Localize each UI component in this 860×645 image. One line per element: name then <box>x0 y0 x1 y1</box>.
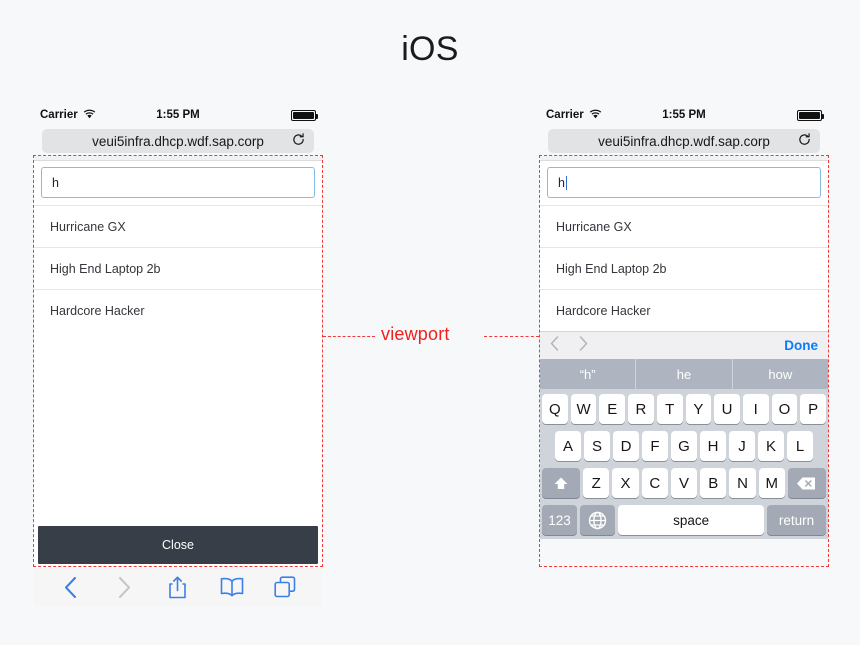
status-bar-left-group: Carrier <box>546 109 637 122</box>
battery-icon <box>796 109 824 121</box>
search-input[interactable]: h <box>41 167 315 198</box>
keyboard-nav-group <box>550 335 784 356</box>
chevron-left-icon <box>550 335 559 356</box>
viewport-leader-left <box>323 336 375 337</box>
search-input[interactable]: h <box>547 167 821 198</box>
backspace-icon[interactable] <box>787 468 827 498</box>
key-f[interactable]: F <box>642 431 668 461</box>
numbers-key[interactable]: 123 <box>542 505 578 535</box>
key-b[interactable]: B <box>700 468 727 498</box>
key-g[interactable]: G <box>671 431 697 461</box>
url-bar-container-right: veui5infra.dhcp.wdf.sap.corp <box>540 126 828 156</box>
url-bar[interactable]: veui5infra.dhcp.wdf.sap.corp <box>548 129 820 153</box>
search-input-value: h <box>558 175 565 190</box>
url-text: veui5infra.dhcp.wdf.sap.corp <box>598 133 770 149</box>
phone-right: Carrier 1:55 PM veui5infra.dhcp.wdf.sap.… <box>540 104 828 604</box>
close-button[interactable]: Close <box>38 526 318 564</box>
globe-icon[interactable] <box>580 505 616 535</box>
key-y[interactable]: Y <box>685 394 712 424</box>
key-m[interactable]: M <box>758 468 785 498</box>
forward-icon <box>107 572 141 602</box>
prediction-item[interactable]: how <box>732 359 828 389</box>
list-item[interactable]: Hurricane GX <box>540 205 828 247</box>
list-item[interactable]: High End Laptop 2b <box>540 247 828 289</box>
key-t[interactable]: T <box>656 394 683 424</box>
status-bar-left-group: Carrier <box>40 109 131 122</box>
key-r[interactable]: R <box>628 394 654 424</box>
share-icon[interactable] <box>161 572 195 602</box>
key-p[interactable]: P <box>800 394 827 424</box>
carrier-label: Carrier <box>40 109 78 121</box>
predictive-text-bar: “h” he how <box>540 359 828 389</box>
status-bar-time: 1:55 PM <box>156 109 200 121</box>
key-l[interactable]: L <box>787 431 813 461</box>
key-e[interactable]: E <box>599 394 626 424</box>
shift-icon[interactable] <box>542 468 581 498</box>
viewport-label: viewport <box>381 324 450 344</box>
chevron-right-icon <box>579 335 588 356</box>
url-bar-container-left: veui5infra.dhcp.wdf.sap.corp <box>34 126 322 156</box>
space-key[interactable]: space <box>618 505 765 535</box>
keyboard-row-2: A S D F G H J K L <box>542 431 826 461</box>
key-j[interactable]: J <box>729 431 755 461</box>
key-o[interactable]: O <box>771 394 798 424</box>
keyboard-row-1: Q W E R T Y U I O P <box>541 394 827 424</box>
suggestion-list-left: Hurricane GX High End Laptop 2b Hardcore… <box>34 205 322 331</box>
key-d[interactable]: D <box>613 431 639 461</box>
carrier-label: Carrier <box>546 109 584 121</box>
key-n[interactable]: N <box>729 468 756 498</box>
key-v[interactable]: V <box>670 468 698 498</box>
key-i[interactable]: I <box>742 394 769 424</box>
bookmarks-icon[interactable] <box>215 572 249 602</box>
return-key[interactable]: return <box>767 505 826 535</box>
key-q[interactable]: Q <box>541 394 568 424</box>
wifi-icon <box>589 109 602 122</box>
back-icon[interactable] <box>54 572 88 602</box>
search-field-container-left: h <box>34 161 322 205</box>
key-x[interactable]: X <box>612 468 639 498</box>
keyboard-accessory-bar: Done <box>540 331 828 359</box>
tabs-icon[interactable] <box>268 572 302 602</box>
key-c[interactable]: C <box>641 468 668 498</box>
status-bar-right: Carrier 1:55 PM <box>540 104 828 126</box>
key-a[interactable]: A <box>555 431 581 461</box>
wifi-icon <box>83 109 96 122</box>
page-title: iOS <box>401 30 459 68</box>
key-h[interactable]: H <box>700 431 726 461</box>
webview-right: h Hurricane GX High End Laptop 2b Hardco… <box>540 156 828 331</box>
reload-icon[interactable] <box>292 133 305 149</box>
url-text: veui5infra.dhcp.wdf.sap.corp <box>92 133 264 149</box>
list-item[interactable]: Hardcore Hacker <box>540 289 828 331</box>
webview-left: h Hurricane GX High End Laptop 2b Hardco… <box>34 156 322 568</box>
keyboard-done-button[interactable]: Done <box>784 338 818 353</box>
onscreen-keyboard: Q W E R T Y U I O P A S D F G H J K L Z … <box>540 389 828 539</box>
keyboard-row-3: Z X C V B N M <box>542 468 827 498</box>
reload-icon[interactable] <box>798 133 811 149</box>
key-u[interactable]: U <box>714 394 740 424</box>
safari-toolbar <box>34 568 322 606</box>
keyboard-row-4: 123 space return <box>542 505 826 535</box>
list-item[interactable]: High End Laptop 2b <box>34 247 322 289</box>
key-z[interactable]: Z <box>583 468 610 498</box>
list-item[interactable]: Hurricane GX <box>34 205 322 247</box>
key-w[interactable]: W <box>570 394 597 424</box>
status-bar-time: 1:55 PM <box>662 109 706 121</box>
viewport-leader-right <box>484 336 539 337</box>
text-caret <box>565 175 567 190</box>
key-s[interactable]: S <box>584 431 610 461</box>
prediction-item[interactable]: “h” <box>540 359 636 389</box>
phone-left: Carrier 1:55 PM veui5infra.dhcp.wdf.sap.… <box>34 104 322 606</box>
list-item[interactable]: Hardcore Hacker <box>34 289 322 331</box>
prediction-item[interactable]: he <box>636 359 732 389</box>
key-k[interactable]: K <box>758 431 784 461</box>
status-bar-right-group <box>225 109 318 121</box>
search-field-container-right: h <box>540 161 828 205</box>
status-bar-left: Carrier 1:55 PM <box>34 104 322 126</box>
battery-icon <box>290 109 318 121</box>
search-input-value: h <box>52 175 59 190</box>
status-bar-right-group <box>731 109 824 121</box>
suggestion-list-right: Hurricane GX High End Laptop 2b Hardcore… <box>540 205 828 331</box>
url-bar[interactable]: veui5infra.dhcp.wdf.sap.corp <box>42 129 314 153</box>
